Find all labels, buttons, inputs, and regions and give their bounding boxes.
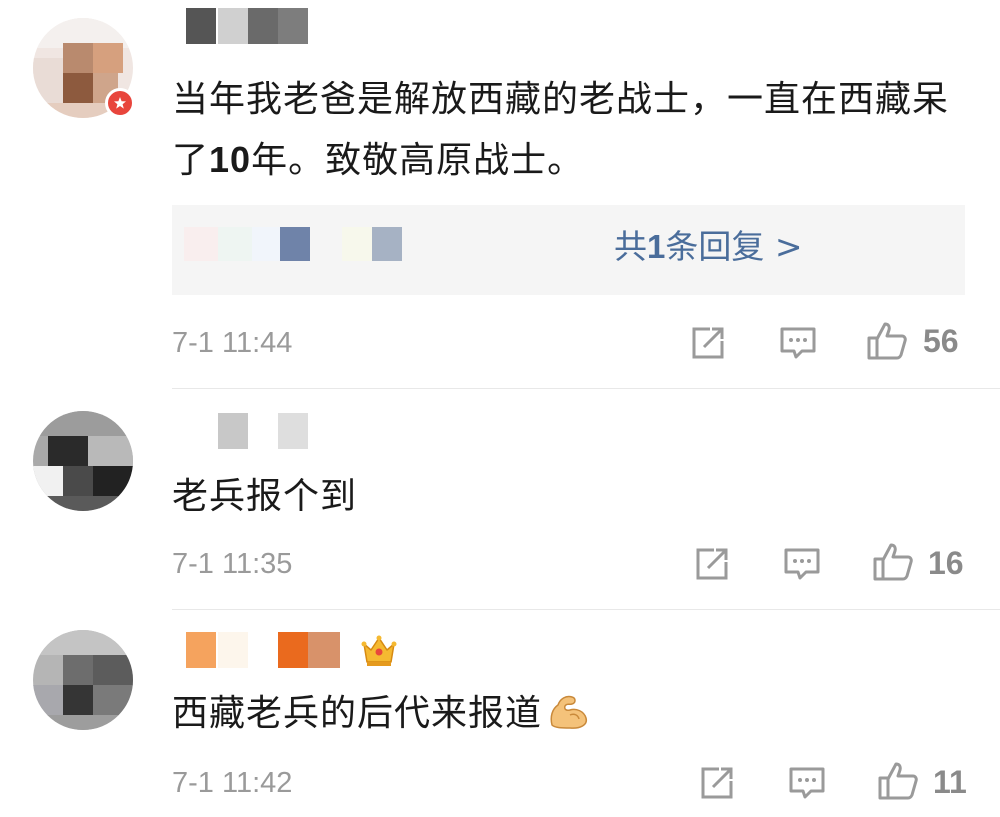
comment-item: 西藏老兵的后代来报道 7-1 11:42 11 [0,610,1000,817]
thumbs-up-icon[interactable] [877,760,918,800]
share-icon[interactable] [697,763,737,803]
like-count: 11 [933,764,967,800]
share-icon[interactable] [692,544,732,584]
view-replies-link[interactable]: 共1条回复 > [614,227,803,267]
thumbs-up-icon[interactable] [866,320,907,360]
timestamp: 7-1 11:42 [172,767,293,799]
comment-item: 当年我老爸是解放西藏的老战士，一直在西藏呆了10年。致敬高原战士。 共1条回复 … [0,0,1000,388]
share-icon[interactable] [688,323,728,363]
comment-icon[interactable] [787,763,827,803]
like-count: 56 [923,323,959,359]
username[interactable] [170,413,320,449]
username[interactable] [170,8,320,44]
comment-icon[interactable] [778,323,818,363]
avatar[interactable] [33,630,133,730]
comment-list: 当年我老爸是解放西藏的老战士，一直在西藏呆了10年。致敬高原战士。 共1条回复 … [0,0,1000,817]
reply-preview[interactable]: 共1条回复 > [172,205,965,295]
timestamp: 7-1 11:44 [172,327,293,359]
flexed-biceps-emoji [546,690,590,750]
verified-badge-icon [105,88,135,118]
comment-text: 当年我老爸是解放西藏的老战士，一直在西藏呆了10年。致敬高原战士。 [172,79,950,181]
comment-text: 老兵报个到 [172,476,358,517]
comment-text: 西藏老兵的后代来报道 [172,684,972,750]
comment-item: 老兵报个到 7-1 11:35 16 [0,389,1000,609]
avatar[interactable] [33,411,133,511]
like-count: 16 [928,545,964,581]
comment-icon[interactable] [782,544,822,584]
crown-icon [360,632,400,672]
thumbs-up-icon[interactable] [872,541,913,581]
timestamp: 7-1 11:35 [172,548,293,580]
